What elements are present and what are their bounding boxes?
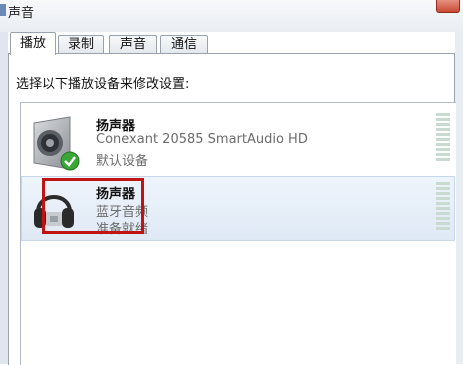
checkmark-icon [60,151,80,171]
device-item-speaker[interactable]: 扬声器 Conexant 20585 SmartAudio HD 默认设备 [22,105,454,175]
tab-strip: 播放 录制 声音 通信 [8,32,455,55]
sound-app-icon [0,4,6,16]
tab-recording[interactable]: 录制 [58,35,104,54]
volume-meter [436,182,450,232]
close-button[interactable] [436,0,460,13]
window-frame-right [455,0,463,364]
volume-meter [436,113,450,163]
device-status: 默认设备 [96,154,149,169]
instruction-text: 选择以下播放设备来修改设置: [16,77,190,92]
window-title: 声音 [8,6,35,21]
device-driver: Conexant 20585 SmartAudio HD [96,132,308,147]
window-frame-left [0,0,8,364]
tab-playback[interactable]: 播放 [10,32,56,55]
tab-communications[interactable]: 通信 [160,35,208,54]
highlight-annotation-box [42,178,144,234]
tab-sounds[interactable]: 声音 [109,35,157,54]
title-bar: 声音 [0,0,463,32]
